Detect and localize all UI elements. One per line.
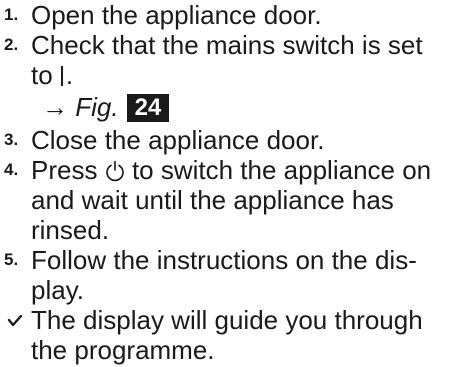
check-mark-icon xyxy=(7,314,23,327)
step-text: Press to switch the appliance on xyxy=(31,155,432,185)
figure-reference: → Fig. 24 xyxy=(42,92,170,122)
result-text: the programme. xyxy=(31,335,215,365)
result-text: The display will guide you through xyxy=(31,305,423,335)
step-text: Follow the instructions on the dis- xyxy=(31,245,417,275)
step-text: Check that the mains switch is set xyxy=(31,30,423,60)
step-number: 1. xyxy=(4,5,19,24)
power-icon xyxy=(105,160,124,182)
step-text: Open the appliance door. xyxy=(31,0,322,30)
figure-label: Fig. xyxy=(75,92,119,122)
step-number: 5. xyxy=(4,250,19,269)
step-text: Close the appliance door. xyxy=(31,125,325,155)
figure-number-badge: 24 xyxy=(126,94,170,122)
step-text: rinsed. xyxy=(31,215,110,245)
step-text: and wait until the appliance has xyxy=(31,185,394,215)
step-text: play. xyxy=(31,275,84,305)
step-number: 4. xyxy=(4,160,19,179)
step-number: 3. xyxy=(4,130,19,149)
step-text-line-2: to . xyxy=(31,60,74,90)
step-number: 2. xyxy=(4,35,19,54)
arrow-right-icon: → xyxy=(42,92,68,122)
